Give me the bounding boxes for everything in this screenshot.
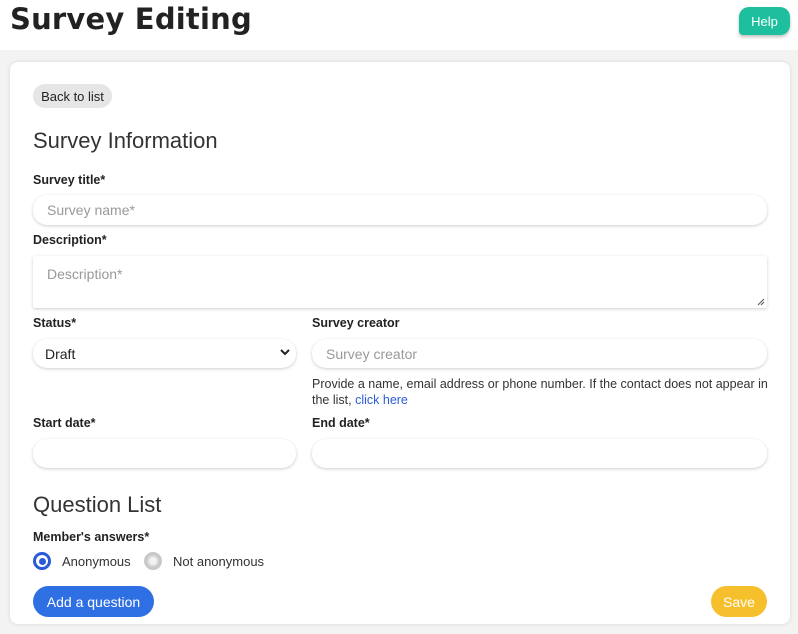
survey-title-label: Survey title* [33, 173, 106, 187]
radio-not-anonymous-label: Not anonymous [173, 553, 265, 569]
start-date-input[interactable] [33, 439, 296, 468]
add-question-button[interactable]: Add a question [33, 586, 154, 617]
survey-creator-hint: Provide a name, email address or phone n… [312, 376, 772, 408]
survey-information-heading: Survey Information [33, 128, 218, 153]
resize-grip-icon[interactable] [757, 298, 765, 306]
members-answers-label: Member's answers* [33, 530, 150, 544]
question-list-heading: Question List [33, 492, 162, 517]
survey-title-input[interactable]: Survey name* [33, 195, 767, 225]
end-date-label: End date* [312, 416, 370, 430]
status-label: Status* [33, 316, 77, 330]
status-select[interactable]: Draft [33, 339, 296, 368]
survey-form-card: Back to list Survey Information Survey t… [10, 62, 790, 624]
description-label: Description* [33, 233, 107, 247]
chevron-down-icon [280, 349, 290, 356]
save-button[interactable]: Save [711, 586, 767, 617]
survey-creator-label: Survey creator [312, 316, 400, 330]
radio-anonymous-label: Anonymous [62, 553, 131, 569]
page-title: Survey Editing [10, 2, 252, 36]
back-to-list-button[interactable]: Back to list [33, 84, 112, 108]
description-textarea[interactable]: Description* [33, 256, 767, 308]
top-bar: Survey Editing Help [0, 0, 798, 50]
start-date-label: Start date* [33, 416, 96, 430]
survey-creator-input[interactable]: Survey creator [312, 339, 767, 368]
radio-checked-icon[interactable] [33, 552, 51, 570]
radio-anonymous[interactable]: Anonymous [33, 552, 131, 570]
status-selected-value: Draft [45, 345, 76, 362]
radio-not-anonymous[interactable]: Not anonymous [144, 552, 264, 570]
click-here-link[interactable]: click here [355, 393, 408, 407]
radio-unchecked-icon[interactable] [144, 552, 162, 570]
help-button[interactable]: Help [739, 7, 790, 35]
end-date-input[interactable] [312, 439, 767, 468]
description-placeholder: Description* [47, 266, 123, 282]
